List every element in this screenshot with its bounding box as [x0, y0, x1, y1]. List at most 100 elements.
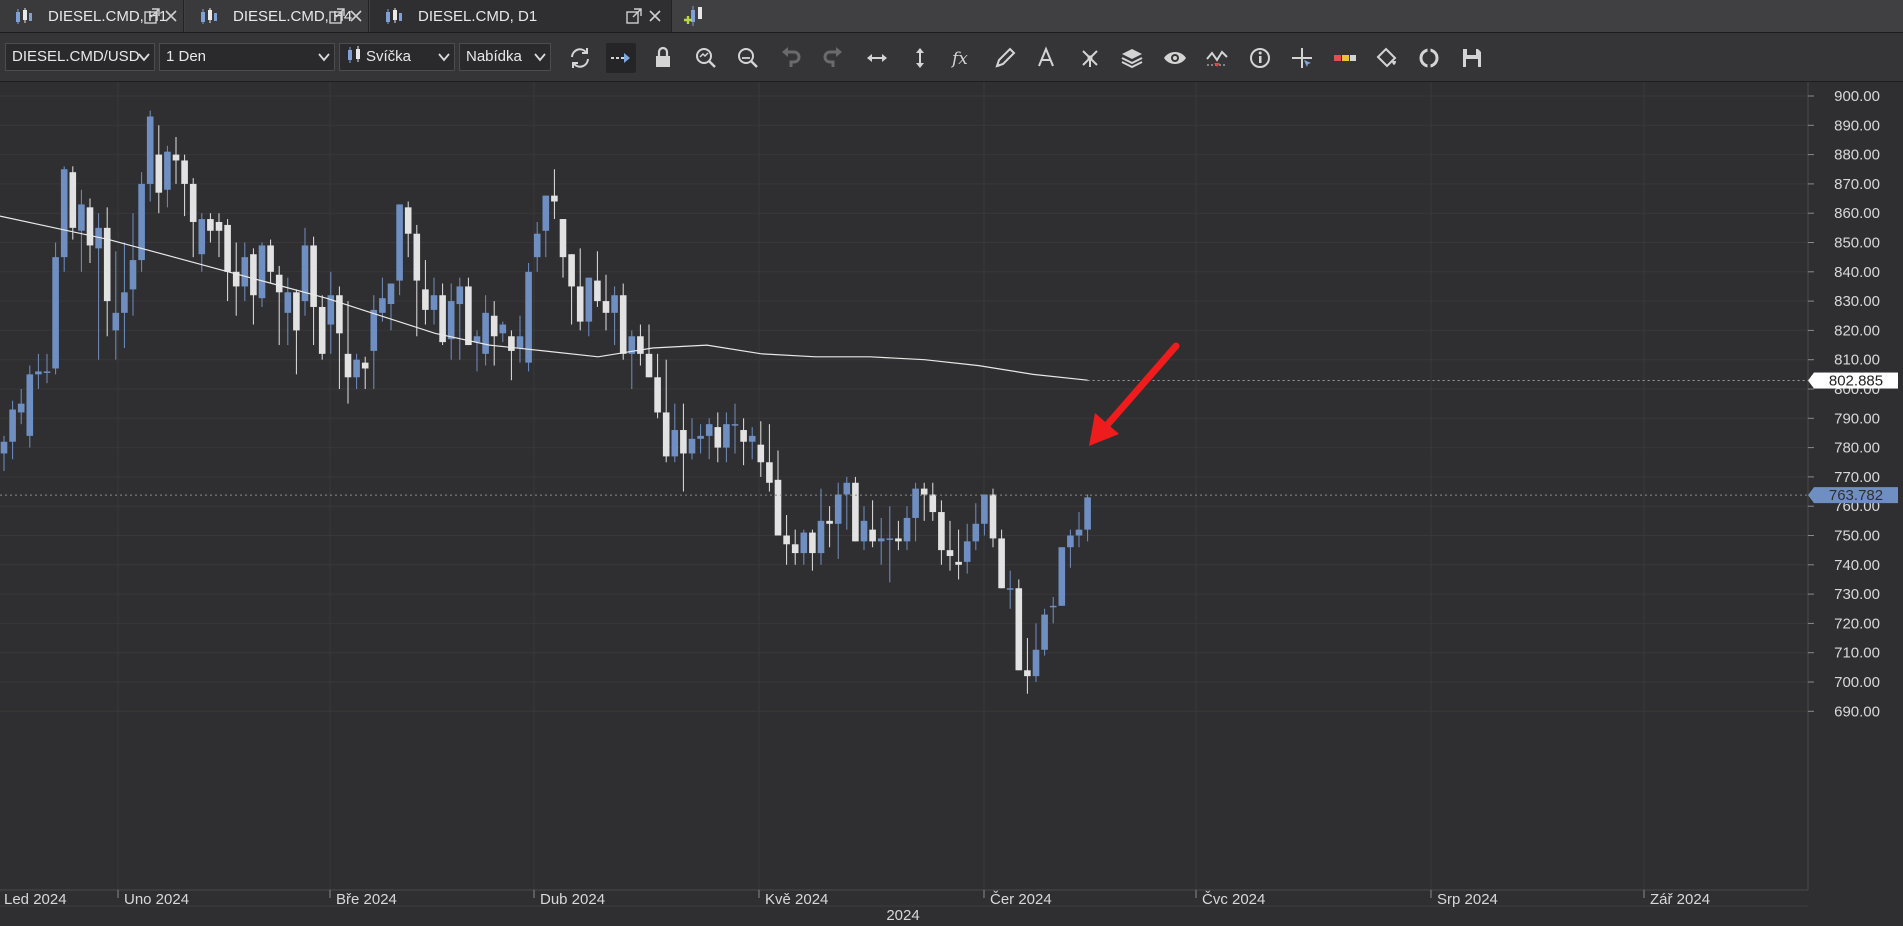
period-select[interactable]: 1 Den — [159, 43, 335, 71]
pattern-icon — [1082, 50, 1098, 67]
candle-body — [533, 233, 541, 258]
ma-price-value: 802.885 — [1829, 373, 1883, 390]
chart-type-select[interactable]: Svíčka — [339, 43, 455, 71]
candle-body — [869, 529, 876, 542]
candle-body — [542, 195, 550, 231]
price-tick-label: 820.00 — [1834, 322, 1880, 339]
shift-chart-icon — [611, 53, 630, 63]
refresh-button[interactable] — [565, 43, 595, 73]
candle-body — [215, 221, 223, 231]
signals-button[interactable] — [1202, 43, 1232, 73]
save-button[interactable] — [1457, 43, 1487, 73]
candle-body — [164, 151, 171, 190]
undo-button[interactable] — [776, 43, 806, 73]
toolbar: DIESEL.CMD/USD 1 Den Svíčka Nabídka fx — [0, 33, 1903, 82]
tab-diesel-d1[interactable]: DIESEL.CMD, D1 — [370, 0, 672, 32]
draw-button[interactable] — [990, 43, 1020, 73]
candle-body — [344, 353, 352, 378]
patterns-button[interactable] — [1075, 43, 1105, 73]
candle-body — [267, 245, 274, 272]
candle-body — [1041, 614, 1048, 650]
candle-body — [370, 309, 378, 351]
instrument-select[interactable]: DIESEL.CMD/USD — [5, 43, 155, 71]
price-chart[interactable]: 900.00 890.00 880.00 870.00 860.00 850.00 840.… — [0, 82, 1903, 926]
candle-body — [637, 336, 644, 354]
zoom-in-button[interactable] — [691, 43, 721, 73]
color-button[interactable] — [1372, 43, 1402, 73]
sync-button[interactable] — [1414, 43, 1444, 73]
candle-body — [1032, 649, 1040, 677]
candle-body — [800, 532, 808, 554]
time-tick-label: Čer 2024 — [990, 891, 1052, 908]
candle-body — [774, 479, 782, 536]
candlestick-icon — [386, 8, 402, 24]
candle-body — [740, 430, 747, 442]
candle-body — [895, 538, 902, 542]
new-chart-icon[interactable] — [682, 4, 708, 28]
strategy-button[interactable] — [1330, 43, 1360, 73]
candle-body — [17, 403, 25, 413]
popout-icon[interactable] — [329, 8, 345, 24]
price-side-value: Nabídka — [466, 48, 522, 65]
visibility-button[interactable] — [1160, 43, 1190, 73]
current-price-label: 763.782 — [1808, 487, 1898, 504]
price-side-select[interactable]: Nabídka — [459, 43, 551, 71]
candle-body — [284, 292, 292, 313]
candle-body — [60, 169, 68, 258]
lock-button[interactable] — [648, 43, 678, 73]
candle-body — [903, 517, 911, 542]
candle-body — [465, 286, 472, 346]
candle-body — [112, 312, 120, 331]
shift-chart-button[interactable] — [606, 43, 636, 73]
price-tick-label: 790.00 — [1834, 410, 1880, 427]
undo-icon — [782, 47, 801, 67]
price-tick-label: 700.00 — [1834, 674, 1880, 691]
popout-icon[interactable] — [626, 8, 642, 24]
layers-button[interactable] — [1117, 43, 1147, 73]
info-button[interactable] — [1245, 43, 1275, 73]
candle-body — [783, 535, 790, 545]
chevron-down-icon — [138, 53, 150, 62]
close-icon[interactable] — [648, 9, 662, 23]
strategy-icon — [1334, 55, 1356, 61]
signals-icon — [1206, 50, 1228, 67]
candle-body — [619, 295, 627, 354]
close-icon[interactable] — [349, 9, 363, 23]
candle-body — [293, 292, 300, 331]
candle-body — [645, 353, 653, 378]
fit-horizontal-button[interactable] — [862, 43, 892, 73]
fit-vertical-button[interactable] — [905, 43, 935, 73]
popout-icon[interactable] — [144, 8, 160, 24]
zoom-in-icon — [696, 48, 716, 68]
price-tick-label: 810.00 — [1834, 352, 1880, 369]
time-tick-label: Uno 2024 — [124, 891, 189, 908]
chart-background — [0, 82, 1903, 926]
tab-diesel-h1[interactable]: DIESEL.CMD, H1 — [0, 0, 184, 32]
candle-body — [396, 204, 403, 281]
price-tick-label: 870.00 — [1834, 176, 1880, 193]
candle-body — [413, 233, 421, 281]
price-tick-label: 730.00 — [1834, 586, 1880, 603]
indicators-button[interactable]: fx — [947, 43, 977, 73]
candle-body — [946, 550, 954, 557]
redo-button[interactable] — [818, 43, 848, 73]
candle-body — [1067, 535, 1074, 548]
candle-body — [723, 424, 730, 448]
close-icon[interactable] — [164, 9, 178, 23]
candle-body — [9, 409, 16, 442]
tab-label: DIESEL.CMD, D1 — [418, 7, 538, 25]
candle-body — [318, 306, 326, 354]
candle-body — [654, 377, 661, 413]
text-button[interactable] — [1032, 43, 1062, 73]
candle-body — [585, 277, 593, 322]
crosshair-button[interactable] — [1287, 43, 1317, 73]
chevron-down-icon — [318, 53, 330, 62]
zoom-out-button[interactable] — [733, 43, 763, 73]
price-tick-label: 900.00 — [1834, 88, 1880, 105]
candle-body — [310, 245, 317, 307]
tab-diesel-h4[interactable]: DIESEL.CMD, H4 — [185, 0, 369, 32]
period-value: 1 Den — [166, 48, 207, 65]
time-tick-label: Srp 2024 — [1437, 891, 1498, 908]
text-icon — [1038, 46, 1054, 67]
candle-body — [1075, 529, 1083, 536]
